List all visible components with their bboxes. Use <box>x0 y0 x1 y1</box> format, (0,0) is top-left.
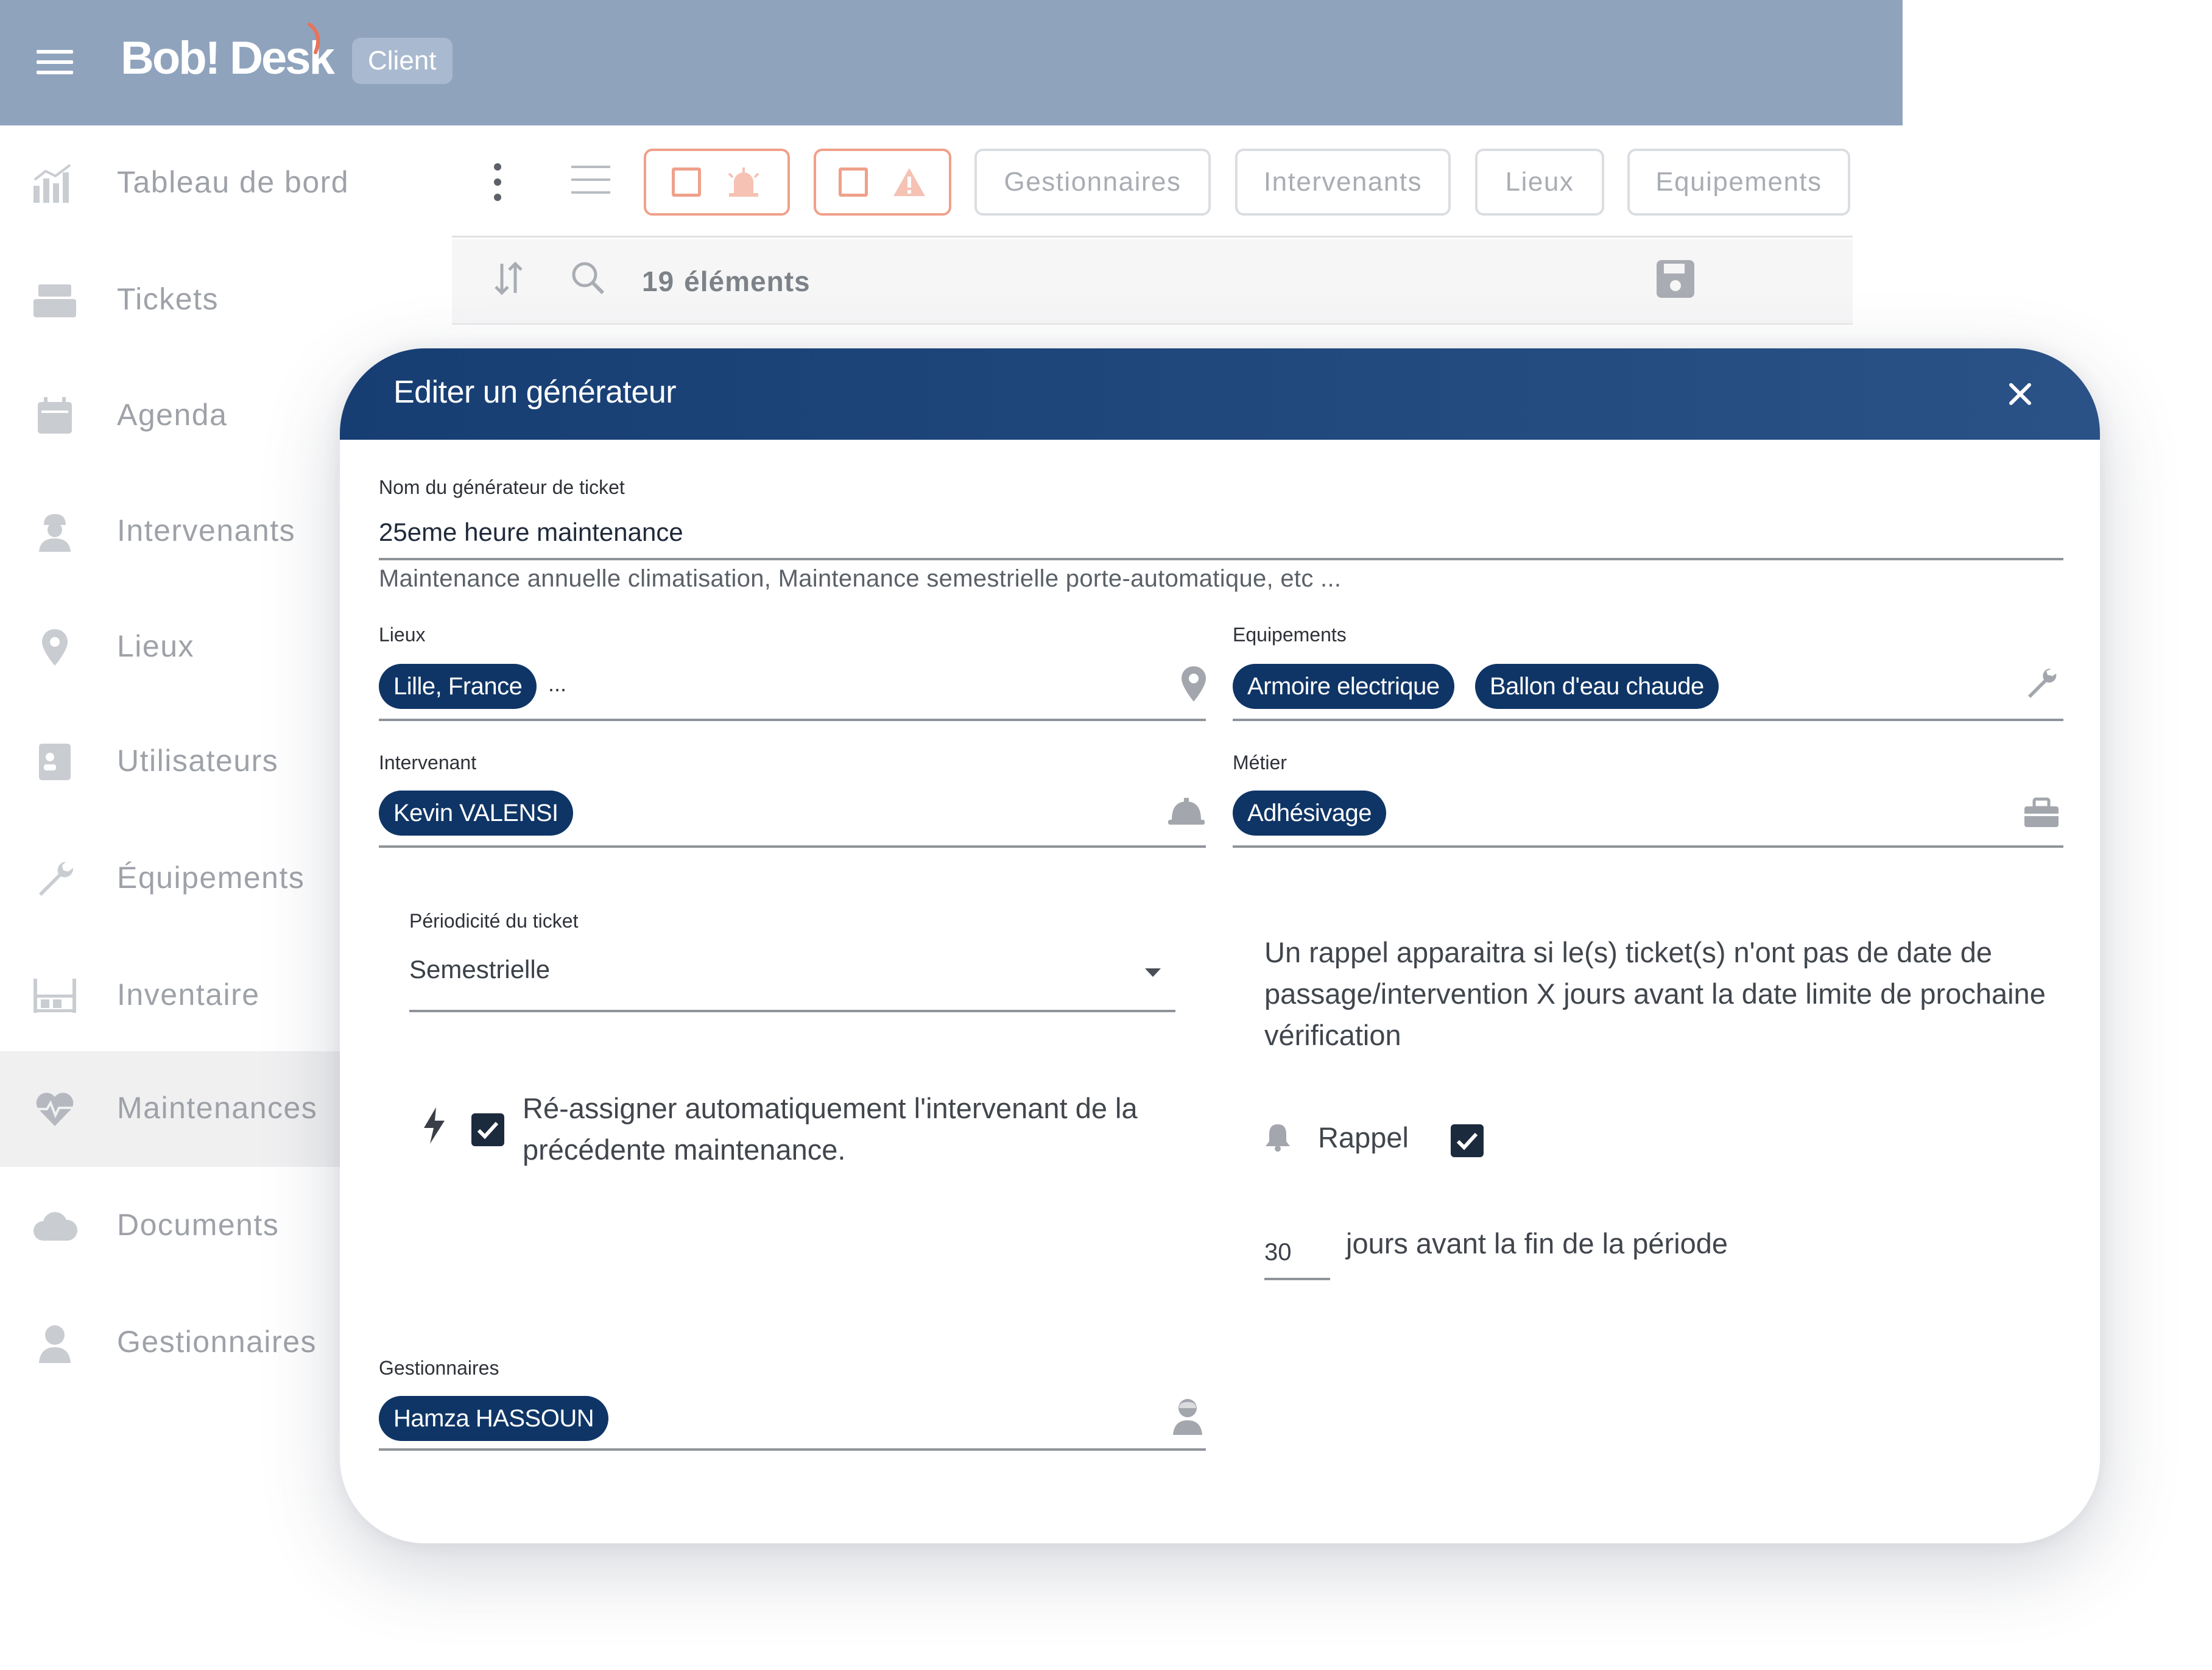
dialog-title: Editer un générateur <box>393 375 677 410</box>
filter-equipements-button[interactable]: Equipements <box>1627 149 1850 216</box>
siren-icon <box>728 167 759 197</box>
name-input-underline <box>379 558 2063 560</box>
warning-icon <box>893 168 925 196</box>
rappel-label: Rappel <box>1318 1121 1409 1154</box>
wrench-icon <box>2028 668 2057 698</box>
filter-gestionnaires-button[interactable]: Gestionnaires <box>974 149 1211 216</box>
item-count-label: éléments <box>684 266 811 297</box>
rappel-checkbox[interactable] <box>1451 1124 1484 1157</box>
calendar-icon <box>30 392 79 440</box>
edit-generator-dialog: Editer un générateur Nom du générateur d… <box>340 348 2100 1543</box>
days-input[interactable]: 30 <box>1264 1239 1292 1266</box>
reassign-label: Ré-assigner automatiquement l'intervenan… <box>523 1092 1138 1166</box>
name-field-hint: Maintenance annuelle climatisation, Main… <box>379 565 1342 592</box>
days-suffix-text: jours avant la fin de la période <box>1346 1227 1728 1260</box>
inbox-icon <box>30 276 79 325</box>
sidebar-item-label: Équipements <box>117 861 305 895</box>
intervenant-field-label: Intervenant <box>379 752 477 773</box>
list-view-icon[interactable] <box>571 166 610 194</box>
periodicite-field-label: Périodicité du ticket <box>409 910 579 932</box>
sidebar-item-label: Lieux <box>117 629 195 663</box>
metier-underline <box>1233 845 2063 848</box>
helmet-icon <box>1168 798 1205 825</box>
sort-icon[interactable] <box>493 260 524 297</box>
name-field-label: Nom du générateur de ticket <box>379 476 625 498</box>
sidebar-item-label: Agenda <box>117 398 228 432</box>
item-count: 19 éléments <box>642 265 811 298</box>
sidebar-item-label: Inventaire <box>117 978 260 1012</box>
name-input[interactable]: 25eme heure maintenance <box>379 518 683 547</box>
sidebar-item-label: Intervenants <box>117 513 296 548</box>
checkbox-icon <box>672 167 701 197</box>
filter-intervenants-button[interactable]: Intervenants <box>1235 149 1451 216</box>
rappel-info-text: Un rappel apparaitra si le(s) ticket(s) … <box>1264 936 2046 1051</box>
bell-icon <box>1266 1124 1290 1152</box>
sidebar-item-label: Tickets <box>117 282 219 316</box>
sidebar-item-label: Gestionnaires <box>117 1325 317 1359</box>
equipement-chip[interactable]: Ballon d'eau chaude <box>1475 664 1719 709</box>
lieux-underline <box>379 719 1206 721</box>
chart-icon <box>30 159 79 208</box>
metier-chip[interactable]: Adhésivage <box>1233 791 1387 836</box>
item-count-number: 19 <box>642 266 675 297</box>
intervenant-underline <box>379 845 1206 848</box>
warning-filter-button[interactable] <box>814 149 951 216</box>
dialog-header: Editer un générateur <box>340 348 2100 440</box>
urgent-filter-button[interactable] <box>644 149 790 216</box>
shelves-icon <box>30 971 79 1020</box>
sidebar-item-label: Documents <box>117 1208 280 1242</box>
gestionnaire-chip[interactable]: Hamza HASSOUN <box>379 1396 609 1441</box>
sidebar-item-label: Utilisateurs <box>117 744 279 778</box>
location-pin-icon <box>30 623 79 672</box>
intervenant-chip[interactable]: Kevin VALENSI <box>379 791 573 836</box>
list-status-bar: 19 éléments <box>452 239 1853 325</box>
lieux-more[interactable]: ... <box>548 671 566 697</box>
more-options-icon[interactable] <box>493 163 502 201</box>
worker-icon <box>30 507 79 556</box>
equipements-field-label: Equipements <box>1233 624 1347 646</box>
user-card-icon <box>30 738 79 786</box>
app-logo[interactable]: Bob! Desk <box>121 32 335 85</box>
role-badge: Client <box>352 38 453 84</box>
gestionnaires-field-label: Gestionnaires <box>379 1357 499 1379</box>
logo-accent-icon <box>308 23 320 54</box>
list-toolbar: Gestionnaires Intervenants Lieux Equipem… <box>452 125 1853 238</box>
manager-icon <box>1173 1399 1202 1435</box>
cloud-icon <box>30 1202 79 1250</box>
sidebar-item-tickets[interactable]: Tickets <box>0 242 451 358</box>
sidebar-item-label: Maintenances <box>117 1091 318 1125</box>
toolbox-icon <box>2024 797 2059 827</box>
days-input-underline <box>1264 1278 1330 1280</box>
gestionnaires-underline <box>379 1448 1206 1451</box>
metier-field-label: Métier <box>1233 752 1287 773</box>
periodicite-underline <box>409 1010 1175 1012</box>
search-icon[interactable] <box>570 260 605 295</box>
sidebar-item-dashboard[interactable]: Tableau de bord <box>0 125 451 241</box>
app-header: Bob! Desk Client <box>0 0 1903 125</box>
filter-lieux-button[interactable]: Lieux <box>1475 149 1604 216</box>
menu-icon[interactable] <box>37 50 73 74</box>
save-icon[interactable] <box>1655 259 1696 299</box>
equipement-chip[interactable]: Armoire electrique <box>1233 664 1454 709</box>
periodicite-select[interactable]: Semestrielle <box>409 955 550 984</box>
checkbox-icon <box>839 167 868 197</box>
wrench-icon <box>30 854 79 903</box>
chevron-down-icon[interactable] <box>1144 967 1162 979</box>
lieux-chip[interactable]: Lille, France <box>379 664 537 709</box>
manager-icon <box>30 1319 79 1367</box>
heartbeat-icon <box>30 1085 79 1133</box>
reassign-checkbox[interactable] <box>471 1113 504 1146</box>
close-icon[interactable] <box>1999 373 2041 415</box>
equipements-underline <box>1233 719 2063 721</box>
lightning-icon <box>424 1107 445 1144</box>
lieux-field-label: Lieux <box>379 624 426 646</box>
location-pin-icon <box>1182 666 1206 702</box>
sidebar-item-label: Tableau de bord <box>117 165 350 199</box>
